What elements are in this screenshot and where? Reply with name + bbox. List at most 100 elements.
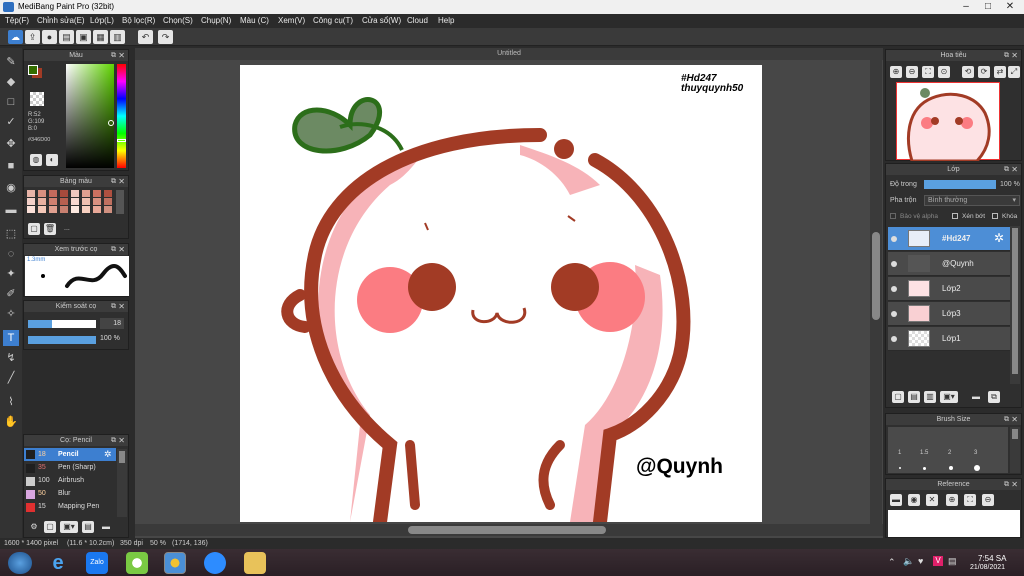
network-icon[interactable]: ▤ — [948, 556, 957, 567]
delete-palette-icon[interactable]: 🗑 — [44, 223, 56, 235]
clipping-checkbox[interactable] — [952, 213, 958, 219]
dot-tool-icon[interactable]: □ — [3, 94, 19, 110]
fill-tool-icon[interactable]: ◉ — [3, 180, 19, 196]
open-reference-icon[interactable]: ▬ — [890, 494, 902, 506]
palette-swatch[interactable] — [27, 206, 35, 213]
add-brush-icon[interactable]: ⚙ — [28, 521, 40, 533]
transparent-color-swatch[interactable] — [30, 92, 44, 106]
menu-view[interactable]: Xem(V) — [278, 16, 305, 25]
panel-close-icon[interactable]: ✕ — [118, 176, 125, 187]
layer-row-hd247[interactable]: #Hd247 ✲ — [888, 227, 1010, 251]
zoom-in-icon[interactable]: ⊕ — [890, 66, 902, 78]
picker-cursor[interactable] — [108, 120, 114, 126]
palette-swatch[interactable] — [60, 206, 68, 213]
layer-menu-icon[interactable]: ▣▾ — [940, 391, 958, 403]
palette-swatch[interactable] — [38, 206, 46, 213]
document-tab[interactable]: Untitled — [135, 48, 883, 60]
save-icon[interactable]: ▣ — [76, 30, 91, 44]
selection-eraser-icon[interactable]: ✧ — [3, 306, 19, 322]
gear-icon[interactable]: ✲ — [994, 231, 1004, 245]
color-history-icon[interactable]: ◐ — [46, 154, 58, 166]
operation-tool-icon[interactable]: ↯ — [3, 350, 19, 366]
popout-icon[interactable]: ⧉ — [111, 176, 116, 187]
popout-icon[interactable]: ⧉ — [1004, 50, 1009, 61]
brush-size-3[interactable]: 3 — [974, 450, 977, 456]
popout-icon[interactable]: ⧉ — [1004, 479, 1009, 490]
zalo-icon[interactable]: Zalo — [86, 552, 108, 574]
add-palette-icon[interactable]: ▢ — [28, 223, 40, 235]
palette-swatch[interactable] — [71, 190, 79, 197]
palette-swatch[interactable] — [71, 198, 79, 205]
gear-icon[interactable]: ✲ — [104, 449, 112, 460]
rotate-left-icon[interactable]: ⟲ — [962, 66, 974, 78]
eye-icon[interactable] — [891, 236, 897, 242]
palette-swatch[interactable] — [60, 190, 68, 197]
maximize-button[interactable]: □ — [978, 0, 998, 14]
popout-icon[interactable]: ⧉ — [1004, 164, 1009, 175]
brush-copy-icon[interactable]: ▤ — [82, 521, 94, 533]
palette-swatch[interactable] — [82, 198, 90, 205]
brush-size-slider[interactable] — [28, 320, 96, 328]
layer-row-quynh[interactable]: @Quynh — [888, 252, 1010, 276]
ie-icon[interactable]: e — [47, 552, 69, 574]
vertical-scroll-thumb[interactable] — [872, 232, 880, 320]
drawing-canvas[interactable]: #Hd247 thuyquynh50 @Quynh — [240, 65, 762, 522]
rotate-right-icon[interactable]: ⟳ — [978, 66, 990, 78]
horizontal-scroll-thumb[interactable] — [408, 526, 606, 534]
menu-tools[interactable]: Công cụ(T) — [313, 16, 353, 25]
zoom-out-icon[interactable]: ⊖ — [982, 494, 994, 506]
brush-item-airbrush[interactable]: Airbrush — [58, 477, 84, 484]
fit-icon[interactable]: ⛶ — [922, 66, 934, 78]
panel-close-icon[interactable]: ✕ — [1011, 164, 1018, 175]
lock-checkbox[interactable] — [992, 213, 998, 219]
eyedropper-icon[interactable]: ⌇ — [3, 394, 19, 410]
minimize-button[interactable]: – — [956, 0, 976, 14]
undo-icon[interactable]: ↶ — [138, 30, 153, 44]
palette-swatch[interactable] — [104, 198, 112, 205]
panel-close-icon[interactable]: ✕ — [118, 50, 125, 61]
palette-swatch[interactable] — [93, 206, 101, 213]
color-wheel-icon[interactable]: ◍ — [30, 154, 42, 166]
palette-swatch[interactable] — [49, 206, 57, 213]
palette-swatch[interactable] — [93, 190, 101, 197]
vietkey-icon[interactable]: V — [933, 556, 943, 566]
select-pen-icon[interactable]: ✓ — [3, 114, 19, 130]
palette-swatch[interactable] — [27, 198, 35, 205]
fit-icon[interactable]: ⛶ — [964, 494, 976, 506]
eye-icon[interactable] — [891, 261, 897, 267]
duplicate-layer-icon[interactable]: ⧉ — [988, 391, 1000, 403]
popout-icon[interactable]: ⧉ — [111, 301, 116, 312]
menu-color[interactable]: Màu (C) — [240, 16, 269, 25]
redo-icon[interactable]: ↷ — [158, 30, 173, 44]
hue-slider[interactable] — [117, 64, 126, 168]
menu-filter[interactable]: Bộ lọc(R) — [122, 16, 155, 25]
layer-opacity-slider[interactable] — [924, 180, 996, 189]
brush-size-value[interactable]: 18 — [100, 318, 124, 329]
palette-swatch[interactable] — [82, 206, 90, 213]
palette-swatch[interactable] — [60, 198, 68, 205]
brush-size-2[interactable]: 2 — [948, 450, 951, 456]
heart-icon[interactable]: ♥ — [918, 556, 923, 566]
cloud-icon[interactable]: ☁ — [8, 30, 23, 44]
close-button[interactable]: ✕ — [1000, 0, 1020, 14]
panel-close-icon[interactable]: ✕ — [118, 244, 125, 255]
move-tool-icon[interactable]: ✥ — [3, 136, 19, 152]
capture-reference-icon[interactable]: ◉ — [908, 494, 920, 506]
brush-size-scrollbar[interactable] — [1010, 427, 1020, 473]
new-brush-icon[interactable]: ▢ — [44, 521, 56, 533]
popout-icon[interactable]: ⧉ — [111, 50, 116, 61]
gradient-tool-icon[interactable]: ▬ — [3, 202, 19, 218]
palette-swatch[interactable] — [104, 190, 112, 197]
menu-cloud[interactable]: Cloud — [407, 16, 428, 25]
menu-edit[interactable]: Chỉnh sửa(E) — [37, 16, 85, 25]
palette-swatch[interactable] — [71, 206, 79, 213]
saturation-value-picker[interactable] — [66, 64, 114, 168]
windows-start-icon[interactable] — [8, 552, 32, 574]
layer-row-lop3[interactable]: Lớp3 — [888, 302, 1010, 326]
eye-icon[interactable] — [891, 286, 897, 292]
select-tool-icon[interactable]: ⬚ — [3, 226, 19, 242]
brush-list-scrollbar[interactable] — [117, 449, 127, 517]
medibang-icon[interactable] — [164, 552, 186, 574]
actual-size-icon[interactable]: ⊙ — [938, 66, 950, 78]
menu-capture[interactable]: Chụp(N) — [201, 16, 231, 25]
